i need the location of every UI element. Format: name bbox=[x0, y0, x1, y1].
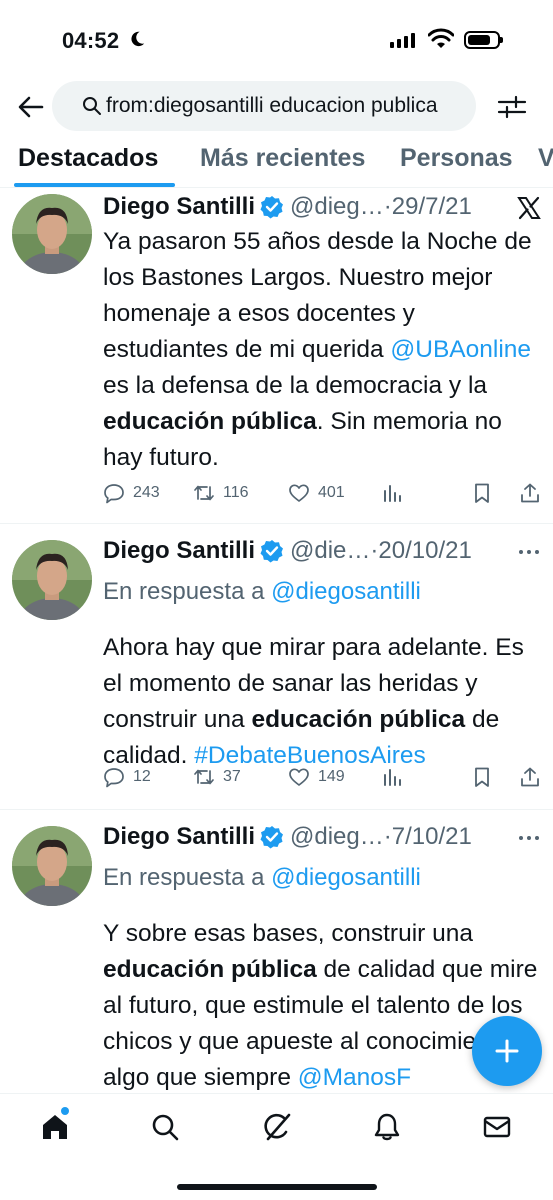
author-handle[interactable]: @dieg… bbox=[290, 823, 384, 851]
avatar[interactable] bbox=[12, 826, 92, 906]
author-name[interactable]: Diego Santilli bbox=[103, 537, 255, 565]
views-stats-icon[interactable] bbox=[381, 766, 403, 788]
like-button[interactable]: 401 bbox=[288, 482, 345, 504]
reply-prefix: En respuesta a bbox=[103, 578, 272, 605]
reply-icon bbox=[104, 484, 124, 504]
highlighted-keyword: educación pública bbox=[251, 706, 466, 733]
status-time: 04:52 bbox=[62, 28, 120, 53]
tweet-actions: 243 116 401 bbox=[103, 482, 543, 512]
mention-link[interactable]: @UBAonline bbox=[390, 336, 531, 363]
search-icon bbox=[83, 97, 101, 115]
retweet-count: 37 bbox=[223, 768, 241, 785]
tab-mas-recientes[interactable]: Más recientes bbox=[200, 144, 365, 173]
verified-badge-icon bbox=[260, 540, 284, 563]
mail-icon[interactable] bbox=[482, 1112, 512, 1142]
tweet[interactable]: Diego Santilli @die… ·20/10/21 En respue… bbox=[0, 524, 553, 810]
share-icon[interactable] bbox=[519, 766, 541, 788]
tweet-header: Diego Santilli @dieg… ·29/7/21 bbox=[103, 190, 541, 224]
search-input[interactable]: from:diegosantilli educacion publica bbox=[52, 81, 476, 131]
reply-button[interactable]: 12 bbox=[103, 766, 151, 788]
reply-button[interactable]: 243 bbox=[103, 482, 160, 504]
home-indicator[interactable] bbox=[177, 1184, 377, 1190]
tweet-header: Diego Santilli @dieg… ·7/10/21 bbox=[103, 820, 541, 854]
compose-tweet-button[interactable] bbox=[472, 1016, 542, 1086]
tab-partial[interactable]: V bbox=[538, 144, 553, 173]
reply-context: En respuesta a @diegosantilli bbox=[103, 864, 421, 892]
wifi-icon bbox=[428, 28, 454, 48]
tab-destacados[interactable]: Destacados bbox=[18, 144, 158, 173]
tweet[interactable]: Diego Santilli @dieg… ·7/10/21 En respue… bbox=[0, 810, 553, 1093]
like-count: 149 bbox=[318, 768, 345, 785]
battery-icon bbox=[464, 31, 503, 49]
retweet-button[interactable]: 37 bbox=[193, 766, 241, 788]
tweet-date[interactable]: ·29/7/21 bbox=[384, 193, 472, 221]
more-icon[interactable] bbox=[515, 824, 543, 852]
heart-icon bbox=[289, 768, 309, 786]
filter-settings-icon[interactable] bbox=[496, 92, 528, 122]
author-handle[interactable]: @dieg… bbox=[290, 193, 384, 221]
reply-prefix: En respuesta a bbox=[103, 864, 272, 891]
search-tabs: Destacados Más recientes Personas V bbox=[0, 136, 553, 188]
views-stats-icon[interactable] bbox=[381, 482, 403, 504]
tweet-date[interactable]: ·7/10/21 bbox=[384, 823, 472, 851]
x-logo-icon[interactable] bbox=[515, 194, 543, 222]
tweet-text-segment: es la defensa de la democracia y la bbox=[103, 372, 488, 399]
more-icon[interactable] bbox=[515, 538, 543, 566]
verified-badge-icon bbox=[260, 826, 284, 849]
bell-icon[interactable] bbox=[372, 1112, 402, 1142]
author-handle[interactable]: @die… bbox=[290, 537, 370, 565]
reply-to-mention[interactable]: @diegosantilli bbox=[271, 864, 421, 891]
retweet-icon bbox=[194, 769, 214, 785]
hashtag-link[interactable]: #DebateBuenosAires bbox=[194, 742, 426, 769]
tweet-feed[interactable]: Diego Santilli @dieg… ·29/7/21 Ya pasaro… bbox=[0, 188, 553, 1093]
tweet-text-segment: Y sobre esas bases, construir una bbox=[103, 920, 473, 947]
status-bar: 04:52 bbox=[0, 0, 553, 80]
retweet-icon bbox=[194, 485, 214, 501]
retweet-count: 116 bbox=[223, 484, 249, 501]
bookmark-icon[interactable] bbox=[471, 482, 493, 504]
reply-count: 243 bbox=[133, 484, 160, 501]
tweet[interactable]: Diego Santilli @dieg… ·29/7/21 Ya pasaro… bbox=[0, 188, 553, 524]
author-name[interactable]: Diego Santilli bbox=[103, 193, 255, 221]
tweet-text: Ahora hay que mirar para adelante. Es el… bbox=[103, 630, 543, 774]
reply-count: 12 bbox=[133, 768, 151, 785]
highlighted-keyword: educación pública bbox=[103, 408, 317, 435]
like-button[interactable]: 149 bbox=[288, 766, 345, 788]
avatar[interactable] bbox=[12, 540, 92, 620]
author-name[interactable]: Diego Santilli bbox=[103, 823, 255, 851]
tweet-actions: 12 37 149 bbox=[103, 766, 543, 796]
search-header: from:diegosantilli educacion publica bbox=[0, 80, 553, 134]
moon-icon bbox=[131, 31, 145, 47]
active-tab-indicator bbox=[14, 183, 175, 187]
reply-to-mention[interactable]: @diegosantilli bbox=[271, 578, 421, 605]
reply-context: En respuesta a @diegosantilli bbox=[103, 578, 421, 606]
share-icon[interactable] bbox=[519, 482, 541, 504]
search-icon[interactable] bbox=[150, 1112, 180, 1142]
tab-personas[interactable]: Personas bbox=[400, 144, 513, 173]
search-query-text: from:diegosantilli educacion publica bbox=[106, 94, 438, 117]
retweet-button[interactable]: 116 bbox=[193, 482, 249, 504]
avatar[interactable] bbox=[12, 194, 92, 274]
highlighted-keyword: educación pública bbox=[103, 956, 317, 983]
plus-icon bbox=[495, 1039, 519, 1063]
bookmark-icon[interactable] bbox=[471, 766, 493, 788]
heart-icon bbox=[289, 484, 309, 502]
grok-icon[interactable] bbox=[262, 1112, 292, 1142]
home-icon[interactable] bbox=[40, 1112, 70, 1142]
tweet-header: Diego Santilli @die… ·20/10/21 bbox=[103, 534, 541, 568]
mention-link[interactable]: @ManosF bbox=[298, 1064, 411, 1091]
like-count: 401 bbox=[318, 484, 345, 501]
notification-dot bbox=[61, 1107, 69, 1115]
cellular-signal-icon bbox=[390, 32, 415, 48]
tweet-date[interactable]: ·20/10/21 bbox=[370, 537, 471, 565]
verified-badge-icon bbox=[260, 196, 284, 219]
tweet-text: Ya pasaron 55 años desde la Noche de los… bbox=[103, 224, 543, 476]
back-arrow-icon[interactable] bbox=[16, 92, 46, 122]
reply-icon bbox=[104, 768, 124, 788]
